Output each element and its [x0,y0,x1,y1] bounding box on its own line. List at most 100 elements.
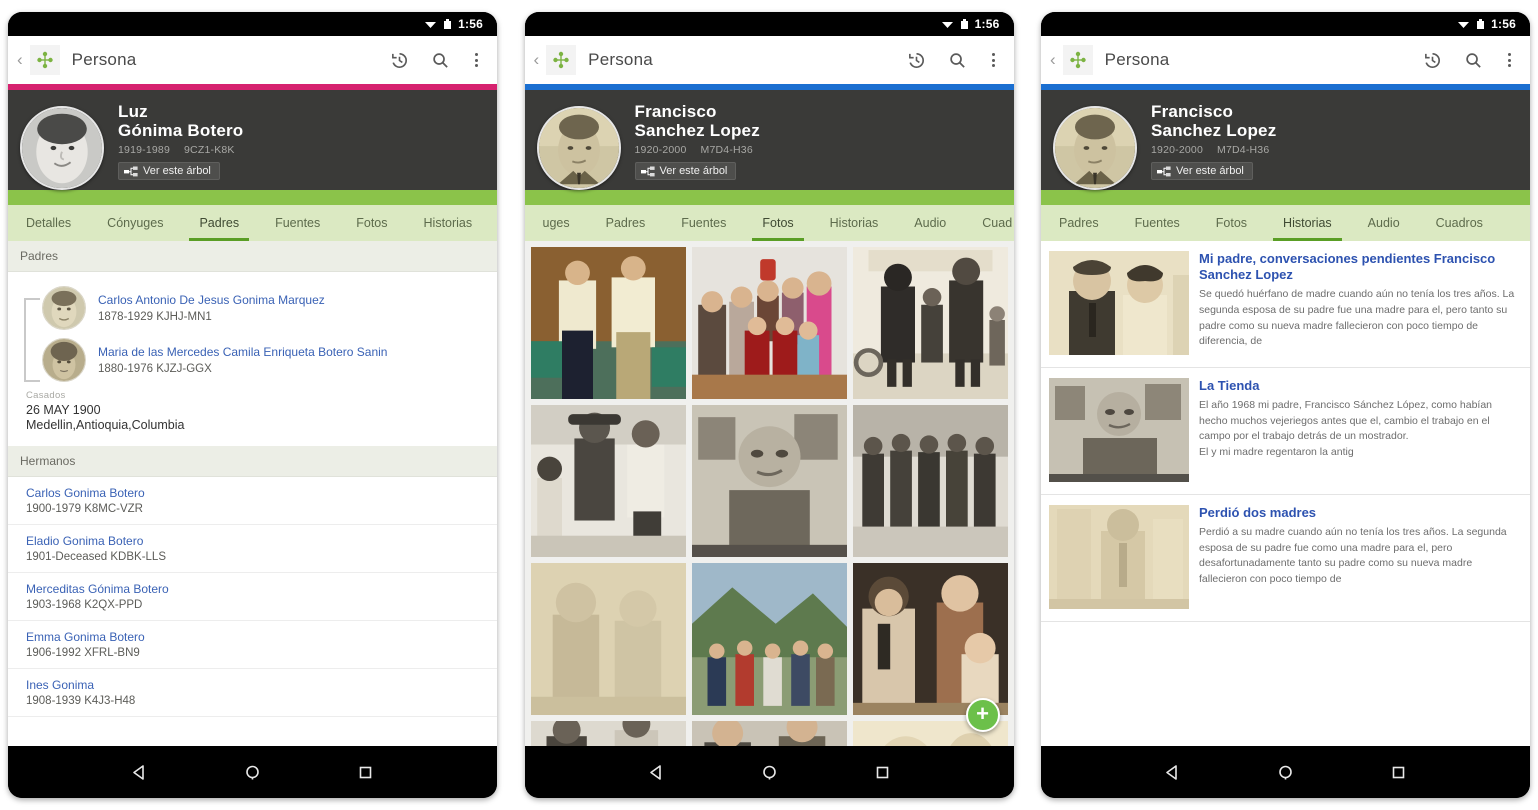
person-id: 9CZ1-K8K [184,144,235,157]
story-title[interactable]: Perdió dos madres [1199,505,1518,521]
kebab-menu-icon[interactable] [472,49,481,71]
tab-detalles[interactable]: Detalles [8,205,89,241]
tab-fuentes[interactable]: Fuentes [257,205,338,241]
search-icon[interactable] [1464,51,1483,70]
tab-conyuges[interactable]: Cónyuges [89,205,181,241]
photo-thumbnail[interactable] [530,720,686,746]
photo-thumbnail[interactable] [530,404,686,557]
tab-fotos[interactable]: Fotos [338,205,405,241]
photo-two-men-standing [530,246,686,399]
person-meta: Luz Gónima Botero 1919-1989 9CZ1-K8K Ver… [118,100,485,182]
photo-thumbnail[interactable] [691,562,847,715]
tab-conyuges-partial[interactable]: uges [525,205,588,241]
story-title[interactable]: La Tienda [1199,378,1518,394]
photo-thumbnail[interactable] [691,720,847,746]
back-triangle-icon[interactable] [131,764,148,781]
home-circle-icon[interactable] [761,764,778,781]
avatar[interactable] [1053,105,1137,190]
tab-historias[interactable]: Historias [812,205,897,241]
avatar[interactable] [20,105,104,190]
tab-fuentes[interactable]: Fuentes [1117,205,1198,241]
sibling-row[interactable]: Eladio Gonima Botero 1901-Deceased KDBK-… [8,525,497,573]
recents-square-icon[interactable] [357,764,374,781]
recents-square-icon[interactable] [874,764,891,781]
history-icon[interactable] [907,51,926,70]
view-tree-button[interactable]: Ver este árbol [1151,162,1253,181]
sibling-row[interactable]: Ines Gonima 1908-1939 K4J3-H48 [8,669,497,717]
view-tree-label: Ver este árbol [1176,165,1244,178]
search-icon[interactable] [431,51,450,70]
photo-thumbnail[interactable] [852,562,1008,715]
sibling-row[interactable]: Carlos Gonima Botero 1900-1979 K8MC-VZR [8,477,497,525]
view-tree-button[interactable]: Ver este árbol [634,162,737,181]
back-triangle-icon[interactable] [1164,764,1181,781]
tab-padres[interactable]: Padres [181,205,257,241]
sibling-dates: 1903-1968 K2QX-PPD [26,598,143,611]
back-chevron-icon[interactable]: ‹ [531,51,543,70]
history-icon[interactable] [1423,51,1442,70]
story-list-item[interactable]: La Tienda El año 1968 mi padre, Francisc… [1041,368,1530,495]
tab-historias[interactable]: Historias [406,205,491,241]
tab-padres[interactable]: Padres [588,205,664,241]
app-screen: ‹ Persona [8,36,497,746]
family-tree-logo-icon[interactable] [1062,45,1093,75]
photo-thumbnail[interactable] [691,404,847,557]
story-title[interactable]: Mi padre, conversaciones pendientes Fran… [1199,251,1518,284]
person-given-name: Luz [118,102,148,121]
wifi-icon [941,21,953,28]
tab-cuadros-partial[interactable]: Cuad [964,205,1013,241]
parent-info-mother: Maria de las Mercedes Camila Enriqueta B… [98,344,387,374]
status-bar: 1:56 [8,12,497,36]
person-surname: Gónima Botero [118,121,244,141]
kebab-menu-icon[interactable] [1505,49,1514,71]
photo-thumbnail[interactable] [530,246,686,399]
story-text: La Tienda El año 1968 mi padre, Francisc… [1199,378,1518,461]
photo-man-girl-outdoor [530,404,686,557]
tab-cuadros[interactable]: Cuadros [1418,205,1501,241]
view-tree-button[interactable]: Ver este árbol [118,162,220,181]
family-tree-logo-icon[interactable] [29,45,60,75]
story-list-item[interactable]: Perdió dos madres Perdió a su madre cuan… [1041,495,1530,622]
photo-thumbnail[interactable] [852,404,1008,557]
back-chevron-icon[interactable]: ‹ [14,51,26,70]
photo-couple-sepia [530,562,686,715]
tab-fotos[interactable]: Fotos [744,205,811,241]
sibling-row[interactable]: Emma Gonima Botero 1906-1992 XFRL-BN9 [8,621,497,669]
avatar[interactable] [536,105,621,190]
parent-name-father[interactable]: Carlos Antonio De Jesus Gonima Marquez [98,292,325,308]
back-chevron-icon[interactable]: ‹ [1047,51,1059,70]
story-text: Mi padre, conversaciones pendientes Fran… [1199,251,1518,351]
home-circle-icon[interactable] [244,764,261,781]
tab-audio[interactable]: Audio [896,205,964,241]
recents-square-icon[interactable] [1390,764,1407,781]
kebab-menu-icon[interactable] [989,49,998,71]
tab-fuentes[interactable]: Fuentes [663,205,744,241]
history-icon[interactable] [390,51,409,70]
sibling-name[interactable]: Ines Gonima [26,678,485,692]
sibling-name[interactable]: Carlos Gonima Botero [26,486,485,500]
parent-row-father[interactable]: Carlos Antonio De Jesus Gonima Marquez 1… [8,282,497,334]
parent-row-mother[interactable]: Maria de las Mercedes Camila Enriqueta B… [8,334,497,386]
sibling-name[interactable]: Emma Gonima Botero [26,630,485,644]
tab-fotos[interactable]: Fotos [1198,205,1265,241]
tab-audio[interactable]: Audio [1350,205,1418,241]
family-tree-logo-icon[interactable] [546,45,577,75]
story-list-item[interactable]: Mi padre, conversaciones pendientes Fran… [1041,241,1530,368]
sibling-name[interactable]: Merceditas Gónima Botero [26,582,485,596]
home-circle-icon[interactable] [1277,764,1294,781]
add-photo-fab[interactable]: + [965,698,1000,732]
tab-historias[interactable]: Historias [1265,205,1350,241]
photo-thumbnail[interactable] [691,246,847,399]
parent-name-mother[interactable]: Maria de las Mercedes Camila Enriqueta B… [98,344,387,360]
app-bar-actions [907,49,1002,71]
search-icon[interactable] [948,51,967,70]
tab-padres[interactable]: Padres [1041,205,1117,241]
person-meta: Francisco Sanchez Lopez 1920-2000 M7D4-H… [1151,100,1518,182]
photo-thumbnail[interactable] [530,562,686,715]
app-screen: ‹ Persona [524,36,1014,746]
photo-thumbnail[interactable] [852,246,1008,399]
section-header-hermanos: Hermanos [8,445,497,477]
sibling-name[interactable]: Eladio Gonima Botero [26,534,485,548]
back-triangle-icon[interactable] [648,764,665,781]
sibling-row[interactable]: Merceditas Gónima Botero 1903-1968 K2QX-… [8,573,497,621]
